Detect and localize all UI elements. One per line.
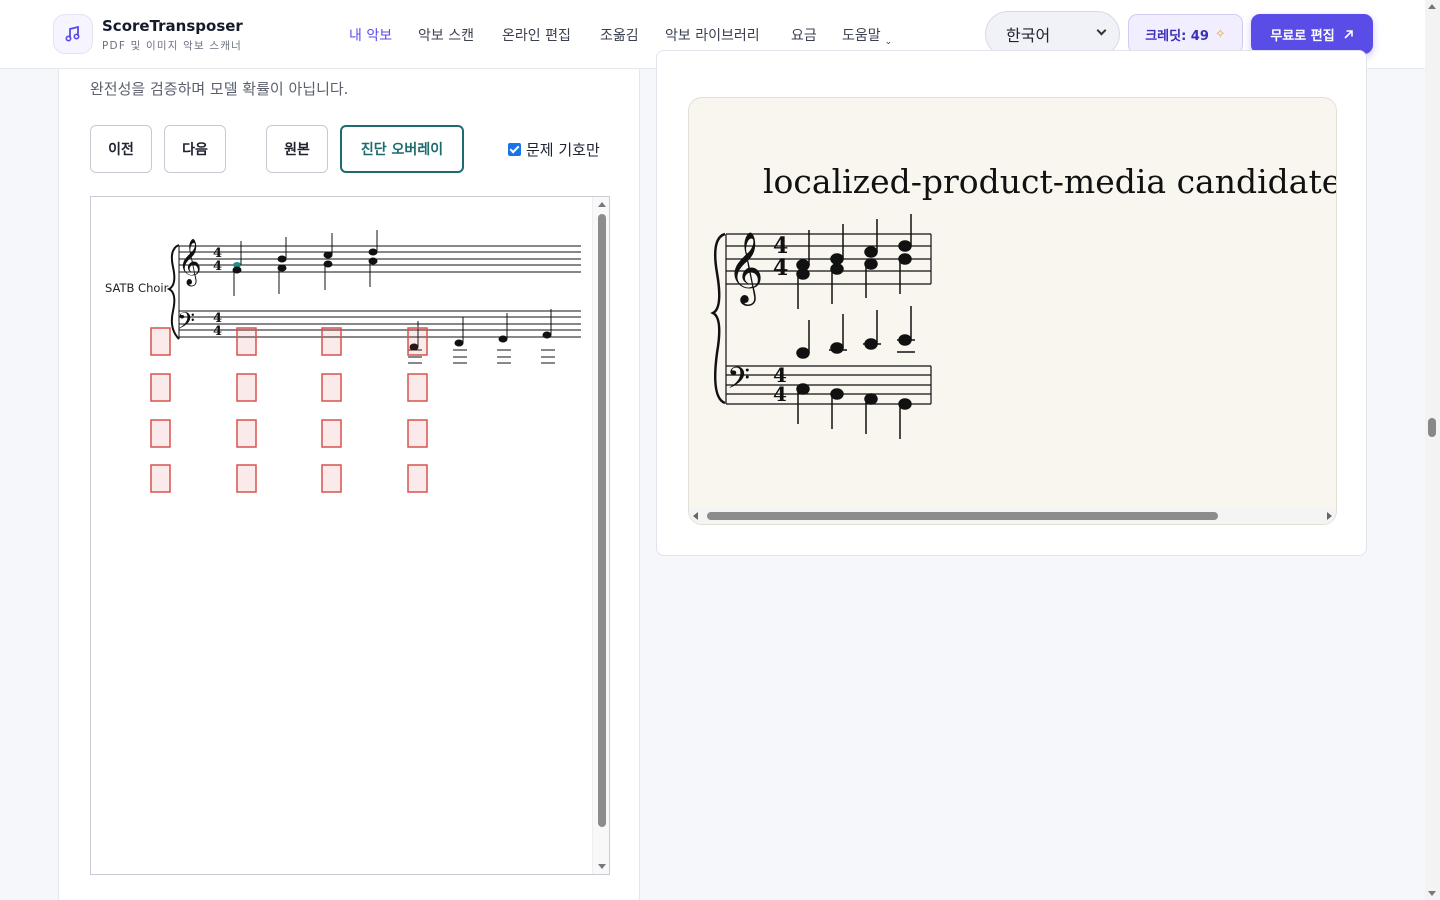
credits-button[interactable]: 크레딧: 49 ✧: [1128, 14, 1243, 54]
logo[interactable]: [53, 14, 93, 54]
score-vertical-scrollbar[interactable]: [592, 197, 609, 874]
preview-panel: localized-product-media candidate s 𝄞 4 …: [656, 50, 1367, 556]
checkbox-checked-icon[interactable]: [508, 143, 521, 156]
language-value: 한국어: [1006, 26, 1051, 45]
chevron-down-icon: [1096, 25, 1107, 36]
page-scroll-up-icon[interactable]: [1428, 4, 1436, 9]
brand-subtitle: PDF 및 이미지 악보 스캐너: [102, 40, 242, 52]
nav-score-library[interactable]: 악보 라이브러리: [665, 25, 760, 45]
preview-horizontal-scrollbar[interactable]: [689, 508, 1336, 524]
treble-clef-icon: 𝄞: [178, 239, 202, 287]
nav-pricing[interactable]: 요금: [791, 25, 817, 45]
prev-button[interactable]: 이전: [90, 125, 152, 173]
nav-online-edit[interactable]: 온라인 편집: [502, 25, 571, 45]
preview-treble-notes: [796, 214, 912, 309]
scroll-down-arrow-icon[interactable]: [598, 864, 606, 869]
preview-time-sig-bass-bottom: 4: [773, 382, 787, 406]
issue-boxes: [150, 327, 428, 493]
nav-help[interactable]: 도움말 ⌄: [842, 25, 893, 47]
diagnostic-panel: 완전성을 검증하며 모델 확률이 아닙니다. 이전 다음 원본 진단 오버레이 …: [58, 69, 640, 900]
preview-scroll-thumb[interactable]: [707, 512, 1218, 520]
nav-transpose[interactable]: 조옮김: [600, 25, 639, 45]
time-sig-bass-bottom: 4: [213, 324, 222, 339]
preview-score-svg: 𝄞 4 4 𝄢 4 4: [710, 214, 932, 439]
panel-note: 완전성을 검증하며 모델 확률이 아닙니다.: [90, 80, 349, 98]
page-scroll-down-icon[interactable]: [1428, 891, 1436, 896]
original-button[interactable]: 원본: [266, 125, 328, 173]
arrow-up-right-icon: [1344, 29, 1353, 39]
credits-label: 크레딧: 49: [1145, 28, 1209, 44]
bass-clef-icon: 𝄢: [177, 307, 195, 340]
preview-bass-clef-icon: 𝄢: [727, 362, 750, 403]
brand-title[interactable]: ScoreTransposer: [102, 17, 243, 35]
diagnostic-score-view[interactable]: SATB Choir 𝄞 4 4 𝄢 4 4: [90, 196, 610, 875]
problem-symbols-only-label: 문제 기호만: [526, 141, 600, 159]
nav-scan-score[interactable]: 악보 스캔: [418, 25, 474, 45]
page-scroll-thumb[interactable]: [1428, 418, 1436, 437]
treble-notes: [232, 230, 378, 296]
music-note-icon: [65, 25, 80, 42]
next-button[interactable]: 다음: [164, 125, 226, 173]
chevron-down-icon: ⌄: [884, 37, 893, 47]
free-edit-label: 무료로 편집: [1270, 28, 1335, 44]
preview-bass-notes: [796, 383, 912, 439]
free-edit-button[interactable]: 무료로 편집: [1251, 14, 1373, 54]
problem-symbols-only-toggle[interactable]: 문제 기호만: [508, 139, 600, 160]
diagnostic-score-svg: 𝄞 4 4 𝄢 4 4: [150, 230, 581, 493]
page-scrollbar[interactable]: [1425, 0, 1440, 900]
scroll-left-arrow-icon[interactable]: [693, 512, 698, 520]
scroll-thumb[interactable]: [598, 214, 606, 827]
sparkle-icon: ✧: [1214, 26, 1226, 42]
scroll-up-arrow-icon[interactable]: [598, 202, 606, 207]
nav-help-label: 도움말: [842, 28, 881, 44]
preview-bass-staff: [726, 365, 932, 405]
preview-treble-clef-icon: 𝄞: [727, 230, 764, 306]
nav-my-scores[interactable]: 내 악보: [349, 25, 392, 45]
time-sig-treble-bottom: 4: [213, 259, 222, 274]
scroll-right-arrow-icon[interactable]: [1327, 512, 1332, 520]
preview-time-sig-treble-bottom: 4: [773, 255, 788, 281]
preview-middle-notes: [796, 306, 915, 359]
preview-brace-icon: [710, 232, 726, 405]
diagnostic-overlay-button[interactable]: 진단 오버레이: [340, 125, 464, 173]
score-preview[interactable]: localized-product-media candidate s 𝄞 4 …: [688, 97, 1337, 525]
